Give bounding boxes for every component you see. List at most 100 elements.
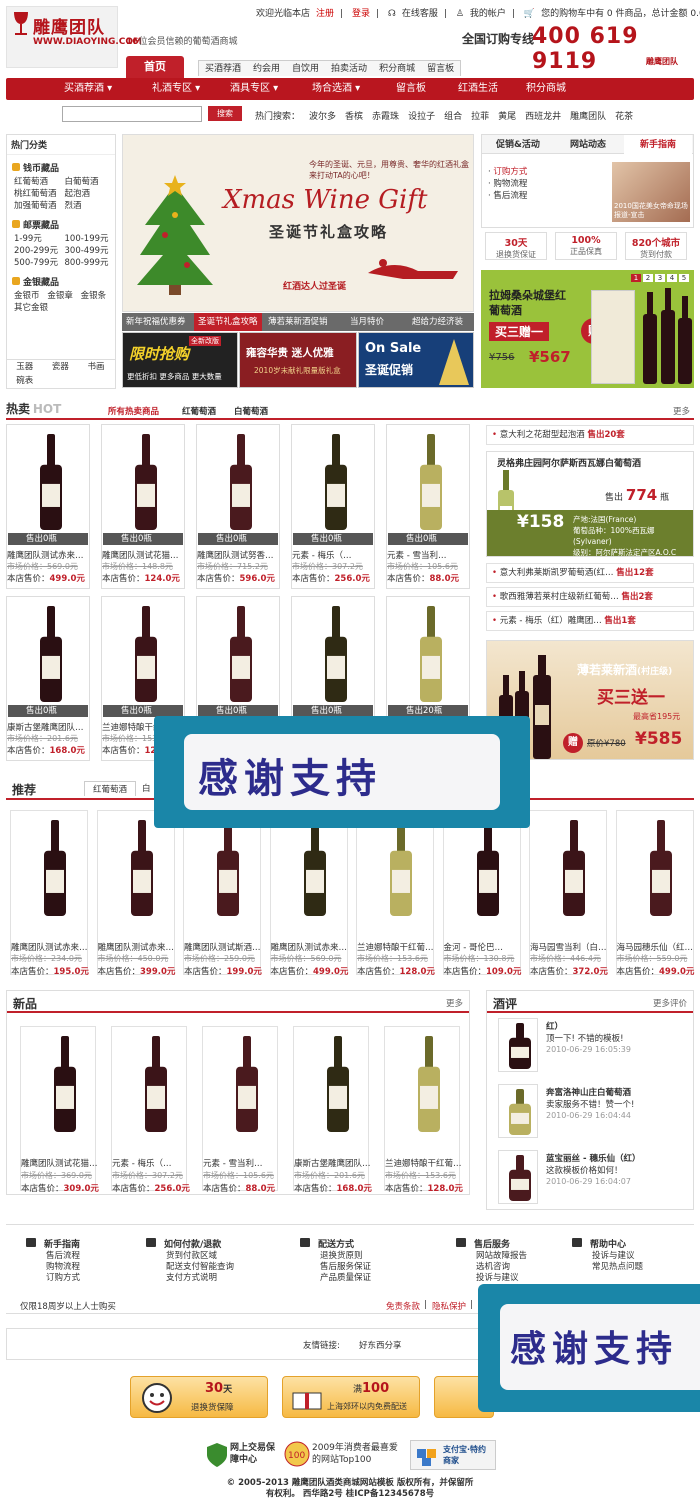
subtab[interactable]: 约会用 bbox=[247, 61, 286, 77]
category-link[interactable]: 800-999元 bbox=[65, 257, 116, 269]
review-thumb[interactable] bbox=[498, 1084, 538, 1138]
pager-dot[interactable]: 2 bbox=[643, 274, 653, 282]
pager-dot[interactable]: 5 bbox=[679, 274, 689, 282]
tab-promo[interactable]: 促销&活动 bbox=[496, 135, 540, 155]
product-card[interactable]: 元素 - 梅乐（… 市场价格：307.2元 本店售价：256.0元 bbox=[111, 1026, 190, 1194]
subtab[interactable]: 拍卖活动 bbox=[325, 61, 373, 77]
promo-banner-green[interactable]: 拉姆桑朵城堡红葡萄酒 买三赠一 赠 ¥756 ¥567 12345 bbox=[481, 270, 694, 388]
product-card[interactable]: 售出0瓶 雕鹰团队测试赤来… 市场价格：569.0元 本店售价：499.0元 bbox=[6, 424, 90, 589]
login-link[interactable]: 登录 bbox=[352, 9, 370, 19]
subtab[interactable]: 积分商城 bbox=[373, 61, 421, 77]
product-card[interactable]: 售出0瓶 元素 - 雪当利… 市场价格：105.6元 本店售价：88.0元 bbox=[386, 424, 470, 589]
category-link[interactable]: 起泡酒 bbox=[65, 188, 116, 200]
banner-tab[interactable]: 薄若莱新酒促销 bbox=[268, 313, 328, 331]
review-item[interactable]: 奔富洛神山庄白葡萄酒 卖家服务不错！赞一个! 2010-06-29 16:04:44 bbox=[498, 1084, 694, 1144]
hot-keyword[interactable]: 黄尾 bbox=[498, 112, 516, 122]
hot-more-link[interactable]: 更多 bbox=[673, 405, 690, 417]
footer-link[interactable]: 退换货原则 bbox=[300, 1251, 371, 1262]
product-card[interactable]: 雕鹰团队测试花猫… 市场价格：369.0元 本店售价：309.0元 bbox=[20, 1026, 99, 1194]
category-link[interactable]: 300-499元 bbox=[65, 245, 116, 257]
terms-link[interactable]: 免责条款 bbox=[386, 1300, 420, 1312]
product-image[interactable] bbox=[8, 598, 88, 716]
product-image[interactable] bbox=[185, 812, 259, 932]
hot-side-item[interactable]: • 意大利弗莱斯凯罗葡萄酒(红… 售出12套 bbox=[486, 563, 694, 583]
banner-tab-active[interactable]: 圣诞节礼盒攻略 bbox=[194, 313, 262, 331]
banner-tab[interactable]: 超给力经济装 bbox=[412, 313, 463, 331]
register-link[interactable]: 注册 bbox=[316, 9, 334, 19]
review-item[interactable]: 蓝宝丽丝 - 穗乐仙（红） 这款模板价格如何！ 2010-06-29 16:04:0… bbox=[498, 1150, 694, 1210]
category-link[interactable]: 金银币 bbox=[14, 290, 47, 302]
product-image[interactable] bbox=[103, 598, 183, 716]
product-image[interactable] bbox=[295, 1028, 367, 1150]
nav-item[interactable]: 场合选酒 ▾ bbox=[312, 78, 360, 100]
category-link[interactable]: 金银章 bbox=[47, 290, 80, 302]
product-card[interactable]: 售出0瓶 雕鹰团队测试努香… 市场价格：715.2元 本店售价：596.0元 bbox=[196, 424, 280, 589]
search-input[interactable] bbox=[62, 106, 202, 122]
category-link[interactable]: 加强葡萄酒 bbox=[14, 200, 65, 212]
product-card[interactable]: 售出0瓶 雕鹰团队测试花猫… 市场价格：148.8元 本店售价：124.0元 bbox=[101, 424, 185, 589]
footer-link[interactable]: 投诉与建议 bbox=[456, 1273, 527, 1284]
hot-side-item[interactable]: • 元素 - 梅乐（红）雕鹰团… 售出1套 bbox=[486, 611, 694, 631]
news-photo[interactable]: 2010国花美女帝命现场报道-宣击 bbox=[612, 162, 690, 222]
review-item[interactable]: 红） 顶一下! 不错的模板! 2010-06-29 16:05:39 bbox=[498, 1018, 694, 1078]
category-link[interactable]: 500-799元 bbox=[14, 257, 65, 269]
hot-tab-all[interactable]: 所有热卖商品 bbox=[108, 405, 159, 417]
friend-link[interactable]: 好东西分享 bbox=[359, 1339, 402, 1351]
nav-item[interactable]: 礼酒专区 ▾ bbox=[152, 78, 200, 100]
tab-guide[interactable]: 新手指南 bbox=[624, 135, 693, 155]
product-name[interactable]: 雕鹰团队测试花猫… bbox=[21, 1157, 117, 1169]
hot-keyword[interactable]: 雕鹰团队 bbox=[570, 112, 606, 122]
trade-seal[interactable]: 网上交易保障中心 bbox=[206, 1440, 276, 1470]
footer-link[interactable]: 货到付款区域 bbox=[146, 1251, 234, 1262]
nav-item[interactable]: 积分商城 bbox=[526, 78, 566, 100]
product-name[interactable]: 海马园穗乐仙（红… bbox=[617, 941, 700, 953]
product-image[interactable] bbox=[293, 598, 373, 716]
product-card[interactable]: 元素 - 雪当利… 市场价格：105.6元 本店售价：88.0元 bbox=[202, 1026, 278, 1194]
product-image[interactable] bbox=[98, 812, 173, 932]
hot-keyword[interactable]: 拉菲 bbox=[471, 112, 489, 122]
guide-link[interactable]: · 售后流程 bbox=[488, 190, 527, 202]
category-link[interactable]: 烈酒 bbox=[65, 200, 116, 212]
category-link[interactable]: 玉器 bbox=[7, 360, 43, 374]
product-name[interactable]: 雕鹰团队测试花猫… bbox=[102, 549, 198, 561]
product-name[interactable]: 雕鹰团队测试赤来… bbox=[271, 941, 367, 953]
pager-dot[interactable]: 4 bbox=[667, 274, 677, 282]
product-name[interactable]: 兰迪娜特酿干红葡… bbox=[385, 1157, 481, 1169]
search-button[interactable]: 搜索 bbox=[208, 106, 242, 121]
subtab[interactable]: 留言板 bbox=[421, 61, 460, 77]
category-link[interactable]: 红葡萄酒 bbox=[14, 176, 65, 188]
reco-tab-white[interactable]: 白 bbox=[142, 782, 151, 794]
product-image[interactable] bbox=[531, 812, 605, 932]
hot-keyword[interactable]: 组合 bbox=[444, 112, 462, 122]
product-image[interactable] bbox=[22, 1028, 94, 1150]
product-card[interactable]: 雕鹰团队测试赤来… 市场价格：450.0元 本店售价：399.0元 bbox=[96, 810, 175, 977]
footer-link[interactable]: 售后服务保证 bbox=[300, 1262, 371, 1273]
hot-keyword[interactable]: 设拉子 bbox=[408, 112, 435, 122]
product-card[interactable]: 兰迪娜特酿干红葡… 市场价格：153.6元 本店售价：128.0元 bbox=[356, 810, 435, 977]
product-image[interactable] bbox=[358, 812, 432, 932]
product-card[interactable]: 金河 - 哥伦巴… 市场价格：130.8元 本店售价：109.0元 bbox=[442, 810, 521, 977]
product-name[interactable]: 金河 - 哥伦巴… bbox=[444, 941, 540, 953]
product-image[interactable] bbox=[617, 812, 692, 932]
product-image[interactable] bbox=[204, 1028, 276, 1150]
product-card[interactable]: 售出0瓶 康斯古堡雕鹰团队… 市场价格：201.6元 本店售价：168.0元 bbox=[6, 596, 90, 761]
tab-home[interactable]: 首页 bbox=[126, 56, 184, 78]
product-image[interactable] bbox=[388, 598, 468, 716]
hot-keyword[interactable]: 赤霞珠 bbox=[372, 112, 399, 122]
category-link[interactable]: 瓷器 bbox=[43, 360, 79, 374]
top100-seal[interactable]: 100 2009年消费者最喜爱的网站Top100 bbox=[284, 1440, 404, 1470]
pager-dot[interactable]: 3 bbox=[655, 274, 665, 282]
product-image[interactable] bbox=[12, 812, 86, 932]
footer-link[interactable]: 产品质量保证 bbox=[300, 1273, 371, 1284]
product-card[interactable]: 雕鹰团队测试斯酒… 市场价格：259.0元 本店售价：199.0元 bbox=[183, 810, 262, 977]
hot-keyword[interactable]: 波尔多 bbox=[309, 112, 336, 122]
tab-news[interactable]: 网站动态 bbox=[570, 135, 606, 155]
service-link[interactable]: 在线客服 bbox=[402, 9, 438, 19]
category-link[interactable]: 其它金银 bbox=[14, 302, 65, 314]
banner-tab[interactable]: 新年祝福优惠券 bbox=[126, 313, 186, 331]
pager-dot[interactable]: 1 bbox=[631, 274, 641, 282]
product-image[interactable] bbox=[388, 426, 468, 544]
review-product[interactable]: 奔富洛神山庄白葡萄酒 bbox=[546, 1086, 631, 1098]
reco-tab-red[interactable]: 红葡萄酒 bbox=[84, 781, 137, 796]
cart-summary[interactable]: 您的购物车中有 0 件商品，总计金额 0.00元 bbox=[541, 9, 700, 19]
